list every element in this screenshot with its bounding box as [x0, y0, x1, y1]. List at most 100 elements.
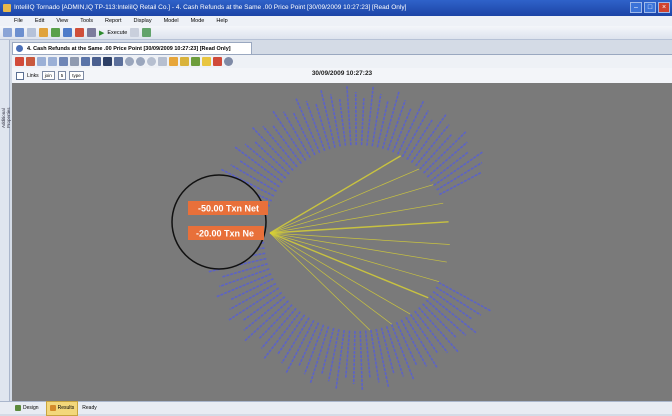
menu-bar: File Edit View Tools Report Display Mode… [0, 16, 672, 26]
maximize-button[interactable]: □ [644, 2, 656, 13]
tool-red-icon[interactable] [15, 57, 24, 66]
cancel-icon[interactable] [130, 28, 139, 37]
links-label: Links [27, 73, 39, 79]
refresh-icon[interactable] [224, 57, 233, 66]
menu-mode[interactable]: Mode [191, 16, 205, 26]
node-label [329, 329, 339, 381]
undo-icon[interactable] [37, 57, 46, 66]
menu-help[interactable]: Help [216, 16, 227, 26]
grid-icon[interactable] [27, 28, 36, 37]
document-tab[interactable]: 4. Cash Refunds at the Same .00 Price Po… [12, 42, 252, 54]
node-label [367, 87, 373, 146]
network-icon[interactable] [63, 28, 72, 37]
magnifier-lens: -50.00 Txn Net -20.00 Txn Ne [172, 175, 268, 269]
node-label [259, 305, 292, 339]
node-label [420, 135, 452, 170]
node-label [426, 300, 466, 335]
highlight-icon[interactable] [180, 57, 189, 66]
node-label [439, 173, 481, 195]
node-label [340, 99, 346, 146]
node-label [360, 331, 362, 390]
node-label [245, 144, 286, 178]
settings-icon[interactable] [87, 28, 96, 37]
node-label [255, 142, 289, 174]
window-title: InteliIQ Tornado [ADMIN,IQ TP-113:Inteli… [14, 4, 406, 11]
chart-icon[interactable] [51, 28, 60, 37]
node-label [261, 308, 296, 348]
join-select[interactable]: join [42, 71, 55, 80]
title-bar: InteliIQ Tornado [ADMIN,IQ TP-113:Inteli… [0, 0, 672, 16]
design-tab[interactable]: Design [12, 402, 42, 415]
status-text: Ready [82, 402, 96, 415]
main-toolbar: ▶ Execute [0, 26, 672, 40]
remove-icon[interactable] [213, 57, 222, 66]
minimize-button[interactable]: – [630, 2, 642, 13]
node-label [244, 297, 285, 330]
stop-icon[interactable] [75, 28, 84, 37]
redo-icon[interactable] [48, 57, 57, 66]
node-label [354, 331, 355, 384]
link-line [270, 222, 449, 233]
node-label [406, 317, 437, 367]
node-label [362, 98, 364, 145]
execute-button[interactable]: Execute [107, 30, 127, 36]
count-input[interactable]: 5 [58, 71, 67, 80]
zoom-icon[interactable] [125, 57, 134, 66]
node-label [366, 331, 370, 378]
close-button[interactable]: × [658, 2, 670, 13]
design-label: Design [23, 402, 39, 415]
magnifier-icon[interactable] [169, 57, 178, 66]
type-select[interactable]: type [69, 71, 84, 80]
link-line [270, 233, 410, 314]
menu-tools[interactable]: Tools [80, 16, 93, 26]
filter-bar: Links join 5 type [12, 68, 672, 83]
arrange-icon[interactable] [70, 57, 79, 66]
graph-canvas[interactable]: -50.00 Txn Net -20.00 Txn Ne [12, 83, 672, 401]
menu-edit[interactable]: Edit [35, 16, 44, 26]
save-icon[interactable] [15, 28, 24, 37]
export-icon[interactable] [142, 28, 151, 37]
results-tab[interactable]: Results [46, 401, 79, 416]
node-label [427, 142, 467, 177]
wand-icon[interactable] [81, 57, 90, 66]
node-label [415, 311, 448, 353]
links-checkbox[interactable] [16, 72, 24, 80]
menu-file[interactable]: File [14, 16, 23, 26]
status-bar: Design Results Ready [0, 401, 672, 414]
magnifier-circle [172, 175, 266, 269]
node-label [316, 104, 330, 149]
tool-orange-icon[interactable] [26, 57, 35, 66]
menu-display[interactable]: Display [134, 16, 152, 26]
link-line [270, 233, 428, 298]
node-label [434, 152, 483, 185]
node-label [347, 86, 351, 145]
link-line [270, 233, 450, 244]
document-tab-label: 4. Cash Refunds at the Same .00 Price Po… [27, 46, 231, 52]
play-icon[interactable]: ▶ [99, 29, 104, 37]
app-icon [3, 4, 11, 12]
pointer-icon[interactable] [103, 57, 112, 66]
link-line [270, 233, 392, 324]
stack-icon[interactable] [92, 57, 101, 66]
node-label [416, 125, 449, 166]
play-small-icon[interactable] [114, 57, 123, 66]
menu-report[interactable]: Report [105, 16, 122, 26]
lasso-icon[interactable] [158, 57, 167, 66]
left-panel-label: Additional Properties [1, 88, 8, 128]
filter-icon[interactable] [191, 57, 200, 66]
node-label [229, 288, 279, 320]
circle-icon[interactable] [147, 57, 156, 66]
zoom-out-icon[interactable] [136, 57, 145, 66]
circular-link-graph[interactable]: -50.00 Txn Net -20.00 Txn Ne [12, 83, 672, 401]
folder-icon[interactable] [39, 28, 48, 37]
view-toolbar [12, 54, 672, 68]
left-panel[interactable]: Additional Properties [0, 40, 10, 414]
menu-model[interactable]: Model [164, 16, 179, 26]
node-label [273, 111, 306, 160]
layout-icon[interactable] [59, 57, 68, 66]
node-label [423, 304, 456, 337]
open-icon[interactable] [3, 28, 12, 37]
note-icon[interactable] [202, 57, 211, 66]
menu-view[interactable]: View [56, 16, 68, 26]
magnified-node-1: -50.00 Txn Net [198, 204, 259, 214]
